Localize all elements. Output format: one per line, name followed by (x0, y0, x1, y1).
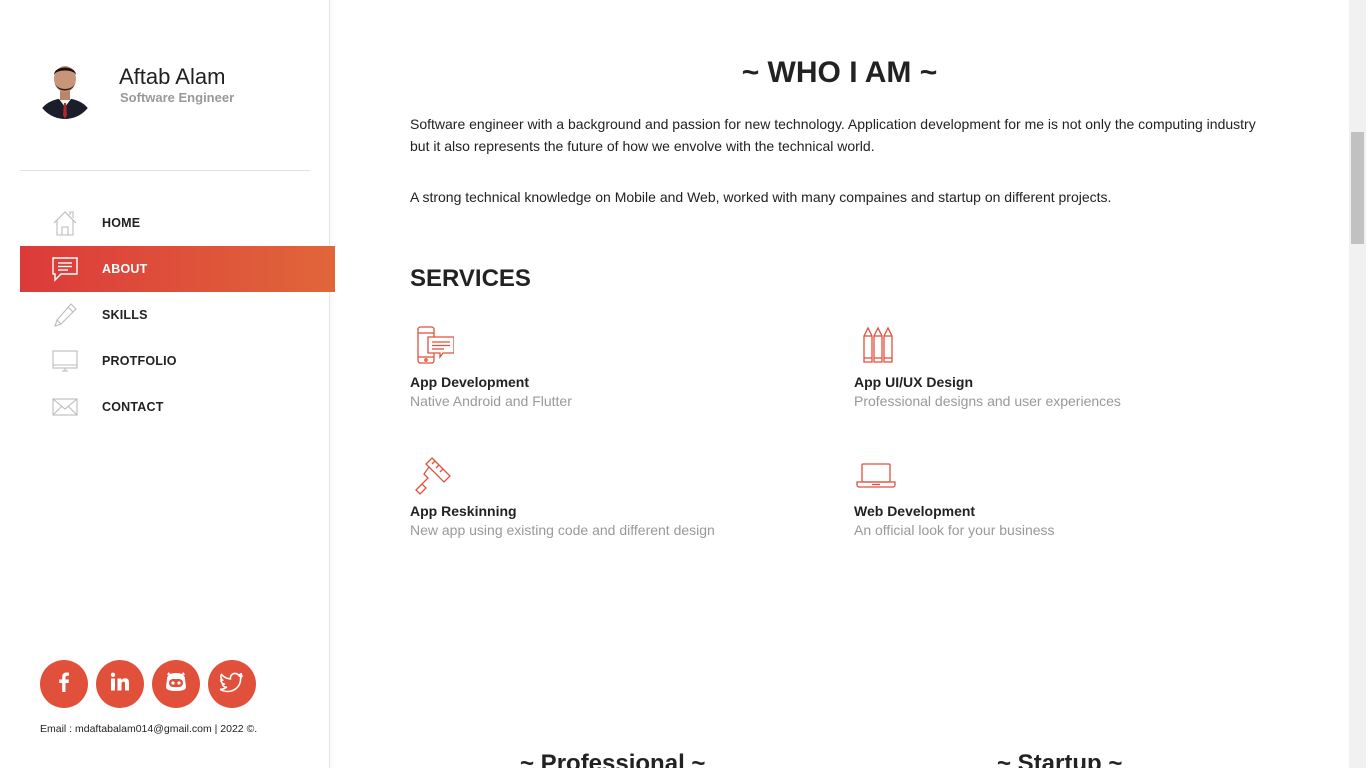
startup-heading: ~ Startup ~ (997, 750, 1123, 768)
linkedin-button[interactable] (96, 660, 144, 708)
nav-label-home: HOME (102, 216, 141, 230)
linkedin-icon (109, 671, 131, 698)
home-icon (50, 208, 80, 238)
pencil-icon (50, 300, 80, 330)
service-web-development: Web Development An official look for you… (854, 454, 1254, 538)
profile: Aftab Alam Software Engineer (36, 57, 234, 119)
github-icon (164, 671, 188, 698)
about-title: ~ WHO I AM ~ (741, 56, 938, 89)
avatar (36, 57, 94, 119)
paint-roller-icon (410, 454, 454, 498)
service-description: Native Android and Flutter (410, 393, 572, 409)
nav-label-skills: SKILLS (102, 308, 148, 322)
scrollbar-thumb[interactable] (1351, 132, 1364, 244)
sidebar-divider (20, 170, 310, 171)
service-description: Professional designs and user experience… (854, 393, 1121, 409)
page-scrollbar[interactable] (1349, 0, 1366, 768)
profile-role: Software Engineer (120, 90, 235, 105)
twitter-button[interactable] (208, 660, 256, 708)
about-paragraph-2: A strong technical knowledge on Mobile a… (410, 189, 1112, 205)
social-links (40, 660, 256, 708)
service-description: An official look for your business (854, 522, 1055, 538)
service-description: New app using existing code and differen… (410, 522, 715, 538)
footer-email: Email : mdaftabalam014@gmail.com | 2022 … (40, 723, 258, 735)
pencils-icon (854, 324, 898, 368)
github-button[interactable] (152, 660, 200, 708)
sidebar: Aftab Alam Software Engineer HOME ABOUT (0, 0, 335, 768)
nav-item-portfolio[interactable]: PROTFOLIO (20, 338, 335, 384)
nav-label-contact: CONTACT (102, 400, 164, 414)
services-title: SERVICES (410, 265, 531, 292)
service-title: App UI/UX Design (854, 374, 974, 390)
laptop-icon (854, 454, 898, 498)
nav-item-home[interactable]: HOME (20, 200, 335, 246)
main-content: ~ WHO I AM ~ Software engineer with a ba… (330, 0, 1349, 768)
chat-icon (50, 254, 80, 284)
service-title: App Reskinning (410, 503, 517, 519)
service-title: App Development (410, 374, 530, 390)
nav-item-about[interactable]: ABOUT (20, 246, 335, 292)
service-app-development: App Development Native Android and Flutt… (410, 324, 810, 409)
mobile-chat-icon (410, 324, 455, 368)
main-nav: HOME ABOUT SKILLS PROTFOLIO CONTACT (20, 200, 335, 430)
profile-name: Aftab Alam (119, 64, 226, 89)
service-app-reskinning: App Reskinning New app using existing co… (410, 454, 810, 538)
monitor-icon (50, 346, 80, 376)
service-ui-ux-design: App UI/UX Design Professional designs an… (854, 324, 1254, 409)
nav-item-contact[interactable]: CONTACT (20, 384, 335, 430)
envelope-icon (50, 392, 80, 422)
service-title: Web Development (854, 503, 976, 519)
nav-label-portfolio: PROTFOLIO (102, 354, 177, 368)
facebook-icon (53, 671, 75, 698)
professional-heading: ~ Professional ~ (520, 750, 706, 768)
nav-label-about: ABOUT (102, 262, 148, 276)
twitter-icon (218, 671, 244, 698)
about-paragraph-1: Software engineer with a background and … (410, 116, 1256, 154)
facebook-button[interactable] (40, 660, 88, 708)
nav-item-skills[interactable]: SKILLS (20, 292, 335, 338)
